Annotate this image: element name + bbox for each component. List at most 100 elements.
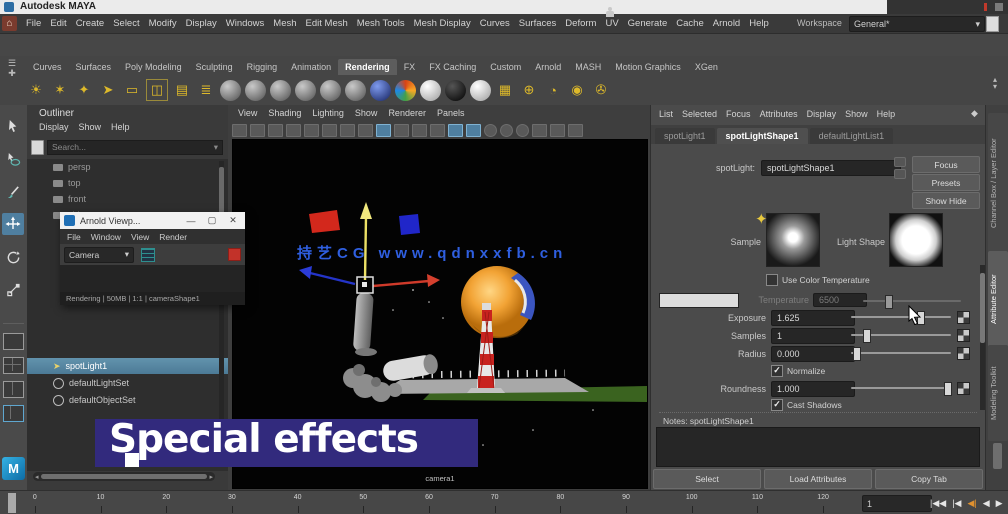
radius-slider[interactable] (851, 352, 951, 354)
blinn-material-icon[interactable] (270, 80, 291, 101)
paint-selection-tool-icon[interactable] (2, 181, 24, 203)
shelf-tab-rendering[interactable]: Rendering (338, 59, 397, 75)
lock-camera-icon[interactable] (250, 124, 265, 137)
rotate-tool-icon[interactable] (2, 246, 24, 268)
toon-material-icon[interactable] (345, 80, 366, 101)
scroll-down-icon[interactable]: ▾ (993, 82, 997, 91)
2d-pan-zoom-icon[interactable] (322, 124, 337, 137)
select-button[interactable]: Select (653, 469, 761, 489)
scrollbar-handle[interactable] (41, 474, 208, 479)
shelf-tab-sculpting[interactable]: Sculpting (189, 59, 240, 75)
viewport-menu-shading[interactable]: Shading (268, 108, 301, 118)
load-attributes-button[interactable]: Load Attributes (764, 469, 872, 489)
play-backwards-button[interactable]: ◀ (981, 498, 992, 509)
menu-modify[interactable]: Modify (149, 18, 177, 29)
spotlight-name-field[interactable]: spotLightShape1 (761, 160, 901, 176)
arnold-window-title-bar[interactable]: Arnold Viewp... — ▢ ✕ (60, 212, 245, 229)
outliner-vertical-scrollbar[interactable] (219, 161, 224, 461)
menu-cache[interactable]: Cache (676, 18, 703, 29)
select-tool-icon[interactable] (2, 115, 24, 137)
viewport-menu-panels[interactable]: Panels (437, 108, 465, 118)
show-hide-button[interactable]: Show Hide (912, 192, 980, 209)
dock-scroll-handle[interactable] (993, 443, 1002, 469)
shelf-tab-fx[interactable]: FX (397, 59, 423, 75)
surface-shader-icon[interactable] (420, 80, 441, 101)
workspace-doc-icon[interactable] (986, 16, 999, 32)
outliner-item-defaultlightset[interactable]: defaultLightSet (27, 375, 228, 391)
outliner-item-spotlight1[interactable]: ➤ spotLight1 (27, 358, 228, 374)
film-gate-icon[interactable] (376, 124, 391, 137)
resolution-grid-icon[interactable] (141, 248, 155, 262)
menu-help[interactable]: Help (749, 18, 769, 29)
use-color-temperature-checkbox[interactable] (766, 274, 778, 286)
layout-four-pane-icon[interactable] (3, 357, 24, 374)
resolution-gate-icon[interactable] (394, 124, 409, 137)
tab-modeling-toolkit[interactable]: Modeling Toolkit (988, 345, 1008, 441)
menu-generate[interactable]: Generate (628, 18, 668, 29)
spotlight-object[interactable] (353, 293, 377, 356)
scroll-left-icon[interactable]: ◂ (35, 473, 39, 481)
slider-handle[interactable] (863, 329, 871, 343)
outliner-item-top[interactable]: top (27, 175, 228, 191)
render-settings-shelf-icon[interactable]: ▦ (495, 80, 515, 100)
temperature-color-swatch[interactable] (659, 293, 739, 308)
ai-standard-material-icon[interactable] (320, 80, 341, 101)
exposure-slider[interactable] (851, 316, 951, 318)
time-slider-ticks[interactable]: 0 10 20 30 40 50 60 70 80 90 100 110 120 (2, 491, 856, 514)
shelf-tab-arnold[interactable]: Arnold (528, 59, 568, 75)
current-frame-field[interactable]: 1 (862, 495, 932, 512)
samples-texture-icon[interactable] (957, 329, 970, 342)
samples-field[interactable]: 1 (771, 328, 855, 344)
layout-single-pane-icon[interactable] (3, 333, 24, 350)
bookmark-icon[interactable] (286, 124, 301, 137)
directional-light-icon[interactable]: ✶ (50, 80, 70, 100)
menu-display[interactable]: Display (186, 18, 217, 29)
lighting-toggle-icon[interactable] (532, 124, 547, 137)
scroll-right-icon[interactable]: ▸ (209, 473, 213, 481)
phong-material-icon[interactable] (295, 80, 316, 101)
normalize-checkbox[interactable]: ✓ (771, 365, 783, 377)
menu-edit-mesh[interactable]: Edit Mesh (306, 18, 348, 29)
glass-shader-icon[interactable] (370, 80, 391, 101)
home-icon[interactable]: ⌂ (2, 16, 17, 31)
list-swap-icon[interactable] (894, 157, 906, 167)
camera-create-icon[interactable]: ◉ (567, 80, 587, 100)
arnold-render-area[interactable] (60, 265, 245, 292)
play-forwards-button[interactable]: ▶ (994, 498, 1005, 509)
grease-pencil-icon[interactable] (340, 124, 355, 137)
outliner-menu-help[interactable]: Help (111, 122, 130, 132)
minimize-icon[interactable]: — (183, 216, 199, 226)
area-light-icon[interactable]: ▭ (122, 80, 142, 100)
copy-tab-button[interactable]: Copy Tab (875, 469, 983, 489)
viewport-menu-renderer[interactable]: Renderer (388, 108, 426, 118)
select-camera-icon[interactable] (232, 124, 247, 137)
outliner-menu-display[interactable]: Display (39, 122, 69, 132)
safe-action-icon[interactable] (448, 124, 463, 137)
render-frame-icon[interactable]: ✇ (591, 80, 611, 100)
layout-outliner-persp-icon[interactable] (3, 405, 24, 422)
outliner-item-persp[interactable]: persp (27, 159, 228, 175)
wireframe-mode-icon[interactable] (484, 124, 497, 137)
shelf-tab-fx-caching[interactable]: FX Caching (422, 59, 483, 75)
presets-button[interactable]: Presets (912, 174, 980, 191)
arnold-camera-dropdown[interactable]: Camera ▾ (64, 247, 134, 263)
ae-tab-defaultlightlist1[interactable]: defaultLightList1 (810, 128, 894, 144)
textured-mode-icon[interactable] (516, 124, 529, 137)
layout-two-pane-icon[interactable] (3, 381, 24, 398)
use-background-shader-icon[interactable] (470, 80, 491, 101)
maya-logo[interactable]: M (2, 457, 25, 480)
cast-shadows-checkbox[interactable]: ✓ (771, 399, 783, 411)
arnold-menu-file[interactable]: File (67, 232, 81, 242)
field-chart-icon[interactable] (430, 124, 445, 137)
batch-render-icon[interactable]: ⊕ (519, 80, 539, 100)
shelf-tab-poly-modeling[interactable]: Poly Modeling (118, 59, 189, 75)
ae-tab-spotlight1[interactable]: spotLight1 (655, 128, 715, 144)
ae-tab-spotlightshape1[interactable]: spotLightShape1 (717, 128, 808, 144)
shelf-tab-rigging[interactable]: Rigging (240, 59, 285, 75)
maximize-icon[interactable]: ▢ (204, 215, 220, 226)
ae-menu-help[interactable]: Help (877, 109, 896, 119)
menu-surfaces[interactable]: Surfaces (519, 18, 557, 29)
ae-menu-show[interactable]: Show (845, 109, 868, 119)
shelf-scroll-arrows[interactable]: ▴ ▾ (993, 76, 997, 90)
shadows-toggle-icon[interactable] (550, 124, 565, 137)
